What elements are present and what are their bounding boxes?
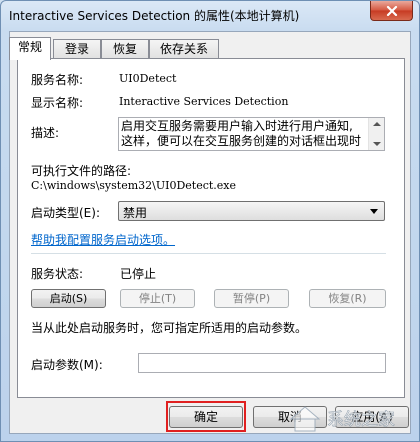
tab-logon[interactable]: 登录 <box>53 39 101 59</box>
service-name-value: UI0Detect <box>119 72 177 85</box>
chevron-down-icon <box>370 209 378 214</box>
watermark-text: 系统之家 <box>327 410 395 430</box>
description-scrollbar[interactable] <box>368 118 384 150</box>
startup-type-select[interactable]: 禁用 <box>118 201 385 221</box>
service-status-value: 已停止 <box>120 267 157 281</box>
tab-label: 登录 <box>64 42 89 56</box>
executable-path-label: 可执行文件的路径: <box>31 164 132 178</box>
tab-label: 常规 <box>17 40 42 54</box>
tab-label: 恢复 <box>112 42 137 56</box>
stop-button[interactable]: 停止(T) <box>120 289 195 308</box>
close-button[interactable] <box>370 1 413 21</box>
ok-highlight-box <box>166 401 246 432</box>
tab-label: 依存关系 <box>159 42 208 56</box>
close-icon <box>386 5 397 16</box>
properties-dialog: Interactive Services Detection 的属性(本地计算机… <box>0 0 420 442</box>
resume-button-label: 恢复(R) <box>328 292 367 305</box>
tab-dependencies[interactable]: 依存关系 <box>149 39 219 59</box>
service-name-label: 服务名称: <box>31 73 84 87</box>
startup-type-value: 禁用 <box>123 206 148 220</box>
window-title: Interactive Services Detection 的属性(本地计算机… <box>9 9 300 23</box>
site-watermark-logo: 系统之家 <box>283 399 413 435</box>
start-params-label: 启动参数(M): <box>31 358 103 372</box>
scroll-up-icon[interactable] <box>373 122 381 126</box>
pause-button[interactable]: 暂停(P) <box>214 289 289 308</box>
description-box[interactable]: 启用交互服务需要用户输入时进行用户通知, 这样，便可以在交互服务创建的对话框出现… <box>118 117 385 151</box>
display-name-label: 显示名称: <box>31 96 84 110</box>
start-params-hint: 当从此处启动服务时，您可指定所适用的启动参数。 <box>31 321 308 335</box>
resume-button[interactable]: 恢复(R) <box>309 289 386 308</box>
display-name-value: Interactive Services Detection <box>119 95 289 108</box>
pause-button-label: 暂停(P) <box>232 292 271 305</box>
start-button-label: 启动(S) <box>49 292 88 305</box>
title-bar[interactable]: Interactive Services Detection 的属性(本地计算机… <box>1 1 419 29</box>
divider <box>31 253 386 254</box>
startup-type-label: 启动类型(E): <box>31 206 100 220</box>
service-status-label: 服务状态: <box>31 267 84 281</box>
description-label: 描述: <box>31 126 60 140</box>
stop-button-label: 停止(T) <box>138 292 177 305</box>
executable-path-value: C:\windows\system32\UI0Detect.exe <box>31 179 237 192</box>
description-text: 启用交互服务需要用户输入时进行用户通知, 这样，便可以在交互服务创建的对话框出现… <box>121 119 362 148</box>
start-params-input[interactable] <box>138 353 386 373</box>
help-configure-link[interactable]: 帮助我配置服务启动选项。 <box>31 231 175 248</box>
start-button[interactable]: 启动(S) <box>31 289 106 308</box>
tab-recovery[interactable]: 恢复 <box>101 39 149 59</box>
tab-general[interactable]: 常规 <box>9 37 51 60</box>
scroll-down-icon[interactable] <box>373 142 381 146</box>
